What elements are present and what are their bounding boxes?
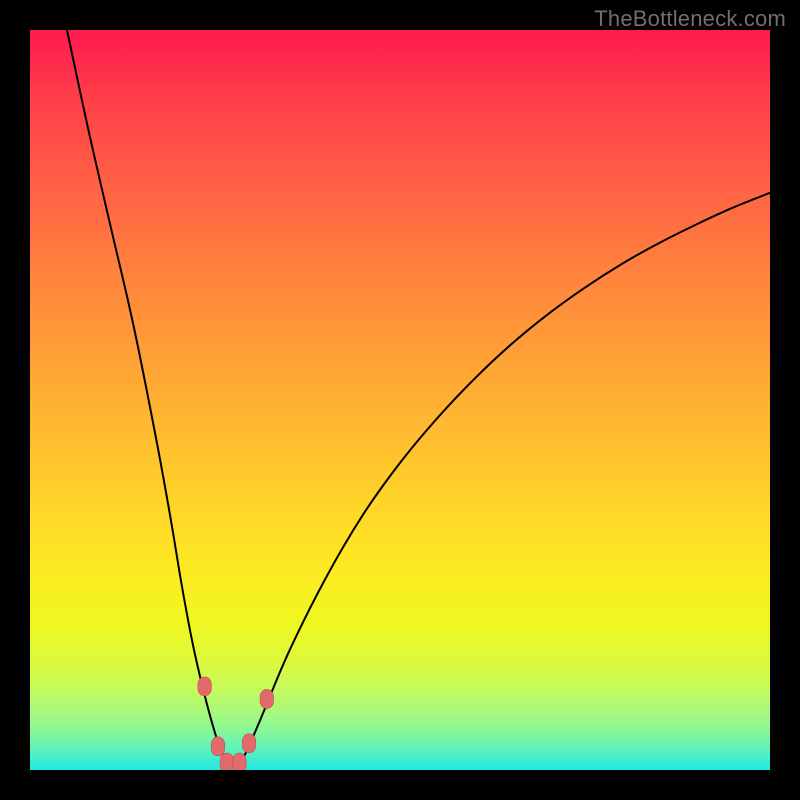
curve-marker: [198, 677, 212, 696]
watermark-text: TheBottleneck.com: [594, 6, 786, 32]
curve-marker: [260, 689, 274, 708]
curve-marker: [220, 753, 234, 770]
curve-marker: [233, 753, 247, 770]
plot-area: [30, 30, 770, 770]
curve-marker: [211, 737, 225, 756]
curve-markers: [198, 677, 274, 770]
chart-svg: [30, 30, 770, 770]
curve-marker: [242, 734, 256, 753]
chart-frame: TheBottleneck.com: [0, 0, 800, 800]
bottleneck-curve: [67, 30, 770, 766]
